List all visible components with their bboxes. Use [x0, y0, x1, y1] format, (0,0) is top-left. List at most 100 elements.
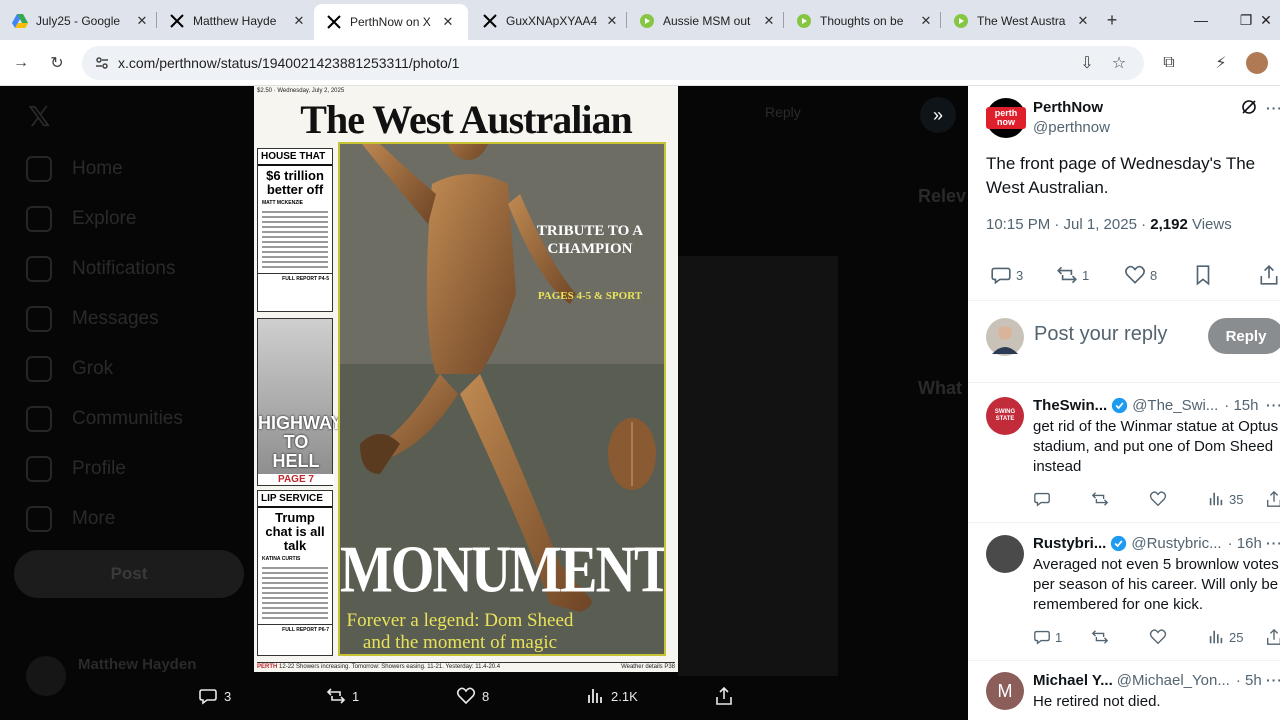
repost-button[interactable] [1091, 490, 1109, 508]
heart-icon [1125, 265, 1145, 284]
more-options-icon[interactable]: ··· [1266, 672, 1280, 688]
close-icon[interactable]: ✕ [440, 14, 456, 30]
reply-time: · 5h [1235, 672, 1262, 689]
profile-avatar[interactable] [1246, 52, 1268, 74]
reply-header: TheSwin... @The_Swi... · 15h [1033, 397, 1280, 414]
reply-submit-button[interactable]: Reply [1208, 318, 1280, 354]
reply-author-name[interactable]: TheSwin... [1033, 397, 1107, 414]
nav-home: Home [26, 156, 123, 182]
tab-aussie-msm[interactable]: Aussie MSM out ✕ [627, 6, 785, 36]
reply-avatar[interactable]: M [986, 672, 1024, 710]
tab-july25[interactable]: July25 - Google ✕ [0, 6, 158, 36]
media-like-button[interactable]: 8 [456, 686, 489, 706]
install-app-icon[interactable]: ⇩ [1076, 52, 1098, 74]
share-button[interactable] [1258, 264, 1280, 286]
close-icon[interactable]: ✕ [134, 13, 150, 29]
post-actions: 3 1 8 [968, 264, 1280, 288]
google-drive-icon [12, 13, 28, 29]
reply-author-handle[interactable]: @The_Swi... [1132, 397, 1218, 414]
repost-button[interactable]: 1 [1056, 264, 1089, 286]
reply-author-handle[interactable]: @Michael_Yon... [1117, 672, 1230, 689]
more-options-icon[interactable]: ··· [1266, 535, 1280, 551]
repost-button[interactable] [1091, 628, 1109, 646]
close-icon[interactable]: ✕ [291, 13, 307, 29]
like-button[interactable]: 8 [1124, 264, 1157, 286]
tab-thoughts[interactable]: Thoughts on be ✕ [784, 6, 942, 36]
reply-input[interactable]: Post your reply [1034, 323, 1167, 346]
close-icon[interactable]: ✕ [918, 13, 934, 29]
close-icon[interactable]: ✕ [604, 13, 620, 29]
weather-strip: PERTH 12-22 Showers increasing. Tomorrow… [257, 662, 675, 670]
views-button[interactable]: 35 [1207, 490, 1243, 508]
tab-perthnow[interactable]: PerthNow on X ✕ [314, 4, 468, 40]
tab-title: The West Austra [977, 14, 1066, 28]
current-user-avatar [986, 318, 1024, 356]
post-author-name[interactable]: PerthNow [1033, 99, 1103, 116]
newspaper-front-page-image[interactable]: $2.50 · Wednesday, July 2, 2025 The West… [254, 86, 678, 672]
views-button[interactable]: 25 [1207, 628, 1243, 646]
list-item[interactable]: SWING STATE TheSwin... @The_Swi... · 15h… [968, 397, 1280, 521]
tab-matthew-hayden[interactable]: Matthew Hayde ✕ [157, 6, 315, 36]
reply-author-name[interactable]: Michael Y... [1033, 672, 1113, 689]
forward-icon[interactable]: → [10, 52, 32, 74]
minimize-icon[interactable]: — [1191, 10, 1211, 30]
reply-button[interactable] [1033, 490, 1051, 508]
tab-image[interactable]: GuxXNApXYAA4 ✕ [470, 6, 628, 36]
reply-text: He retired not died. [1033, 693, 1161, 710]
bookmark-star-icon[interactable]: ☆ [1108, 52, 1130, 74]
post-author-handle[interactable]: @perthnow [1033, 119, 1110, 136]
reply-avatar[interactable] [986, 535, 1024, 573]
tab-title: July25 - Google [36, 14, 121, 28]
site-settings-icon[interactable] [94, 55, 110, 71]
list-item[interactable]: M Michael Y... @Michael_Yon... · 5h ··· … [968, 672, 1280, 720]
share-icon [1267, 490, 1280, 507]
collapse-panel-button[interactable]: » [920, 97, 956, 133]
media-reply-button[interactable]: 3 [198, 686, 231, 706]
media-views-button[interactable]: 2.1K [585, 686, 638, 706]
close-icon[interactable]: ✕ [761, 13, 777, 29]
more-options-icon[interactable]: ··· [1266, 397, 1280, 413]
reply-button[interactable]: 3 [990, 264, 1023, 286]
sub-headline: Forever a legend: Dom Sheed and the mome… [346, 610, 574, 653]
media-repost-button[interactable]: 1 [326, 686, 359, 706]
reply-text: Averaged not even 5 brownlow votes per s… [1033, 556, 1279, 613]
extensions-icon[interactable]: ⧉ [1158, 52, 1180, 74]
bell-icon [26, 256, 52, 282]
avatar[interactable]: perth now [986, 98, 1026, 138]
reply-icon [199, 689, 217, 705]
restore-icon[interactable]: ❐ [1236, 10, 1256, 30]
story-headline: HIGHWAY TO HELL [258, 413, 343, 471]
more-options-icon[interactable]: ··· [1266, 100, 1280, 116]
close-icon[interactable]: ✕ [1075, 13, 1091, 29]
close-window-icon[interactable]: ✕ [1256, 10, 1276, 30]
new-tab-button[interactable]: + [1102, 10, 1122, 30]
media-share-button[interactable] [714, 686, 740, 706]
profile-name: Matthew Hayden [78, 656, 197, 673]
search-icon [26, 206, 52, 232]
reload-icon[interactable]: ↻ [46, 52, 68, 74]
grok-icon[interactable] [1240, 98, 1258, 116]
reply-icon [1034, 492, 1050, 507]
performance-icon[interactable]: ⚡ [1210, 52, 1232, 74]
share-icon [716, 686, 732, 705]
reply-button[interactable]: 1 [1033, 628, 1062, 646]
reply-author-name[interactable]: Rustybri... [1033, 535, 1106, 552]
reply-avatar[interactable]: SWING STATE [986, 397, 1024, 435]
url-text: x.com/perthnow/status/194002142388125331… [118, 55, 460, 71]
more-icon [26, 506, 52, 532]
avatar [26, 656, 66, 696]
story-headline: $6 trillion better off [266, 168, 324, 197]
list-item[interactable]: Rustybri... @Rustybric... · 16h ··· Aver… [968, 535, 1280, 659]
address-bar[interactable]: x.com/perthnow/status/194002142388125331… [82, 46, 1144, 80]
tab-title: Thoughts on be [820, 14, 904, 28]
reply-header: Rustybri... @Rustybric... · 16h [1033, 535, 1280, 552]
like-button[interactable] [1149, 628, 1167, 646]
share-button[interactable] [1265, 490, 1280, 508]
tab-title: PerthNow on X [350, 15, 431, 29]
like-button[interactable] [1149, 490, 1167, 508]
tribute-headline: TRIBUTE TO A CHAMPION [536, 223, 644, 257]
share-button[interactable] [1265, 628, 1280, 646]
tab-west-australian[interactable]: The West Austra ✕ [941, 6, 1099, 36]
bookmark-button[interactable] [1192, 264, 1214, 286]
reply-author-handle[interactable]: @Rustybric... [1131, 535, 1221, 552]
